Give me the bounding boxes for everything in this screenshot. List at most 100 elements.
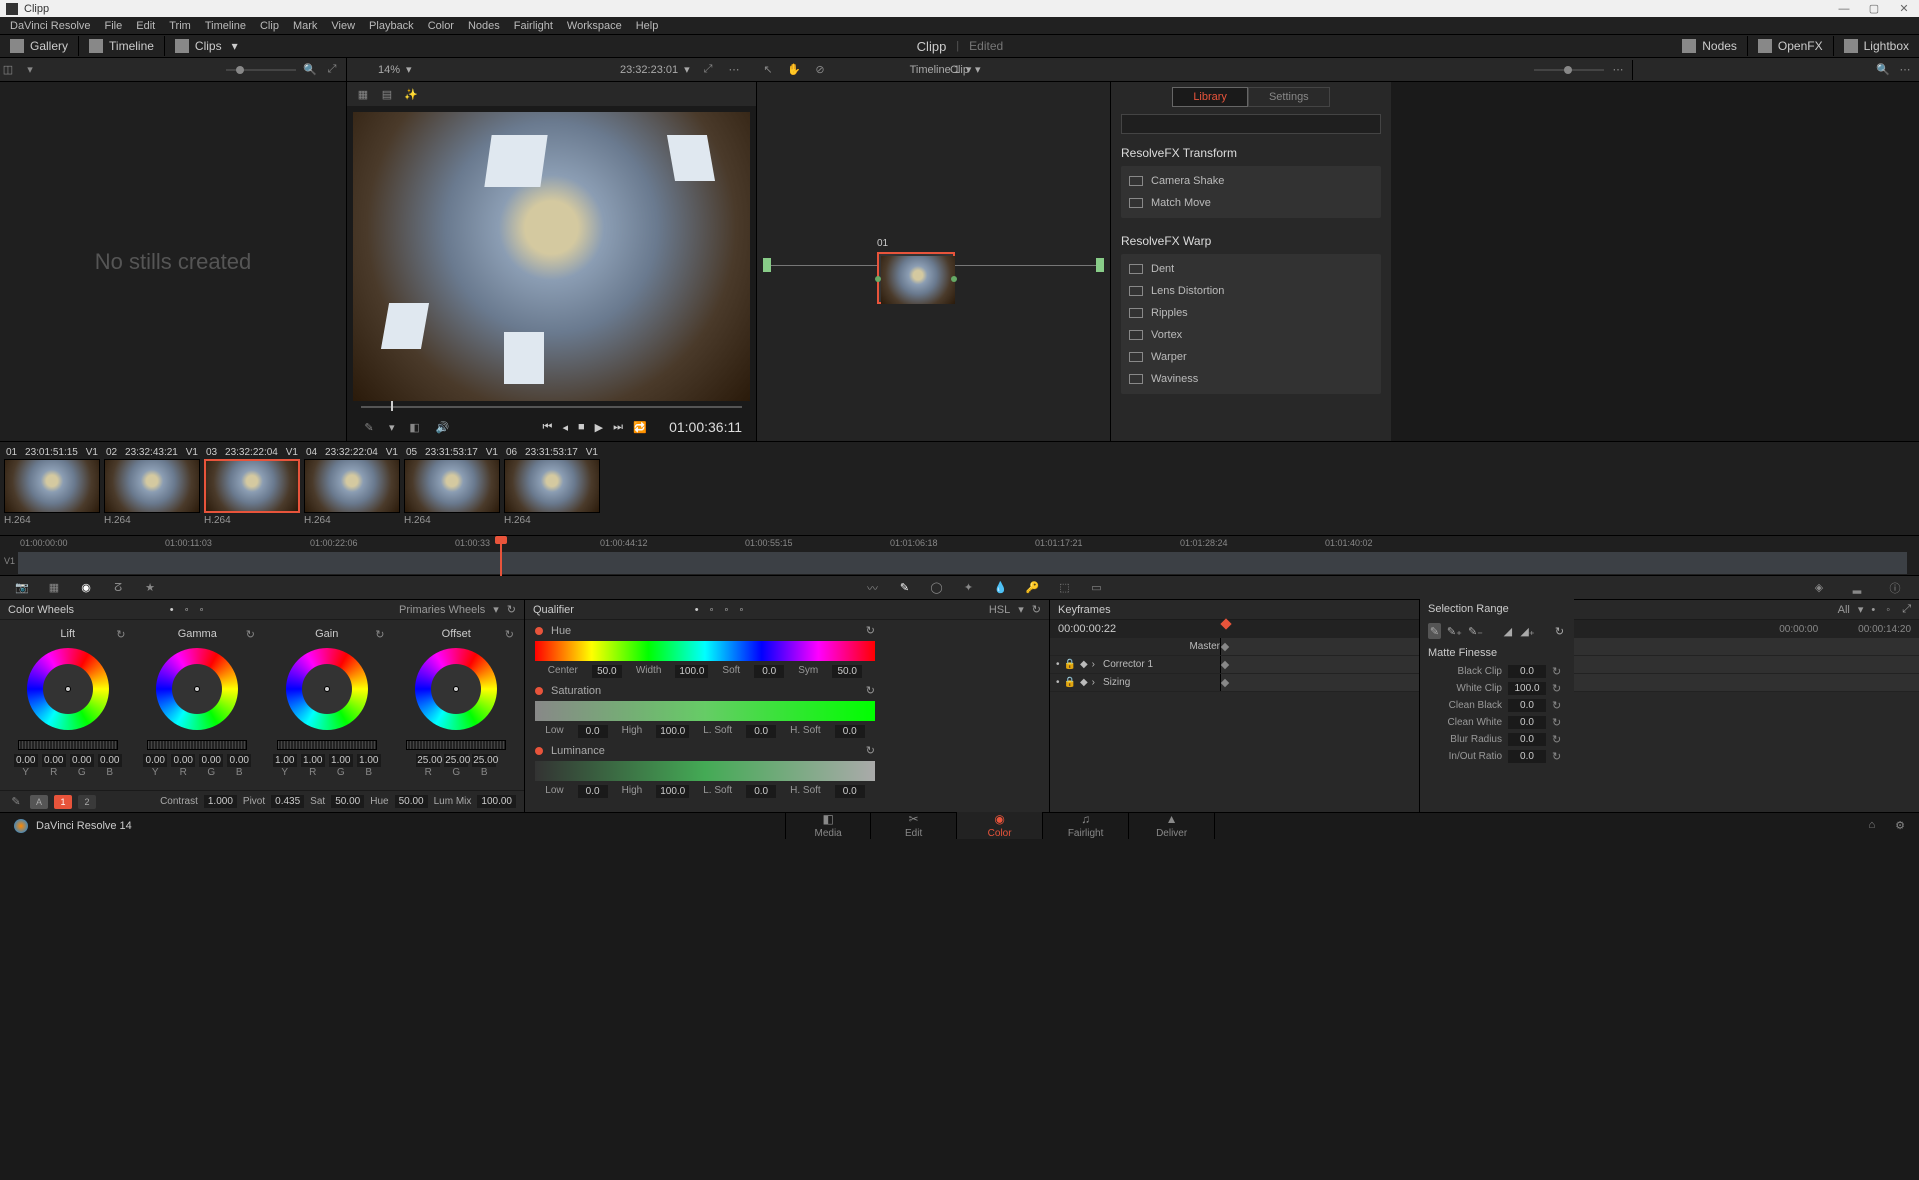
qualifier-mode[interactable]: HSL xyxy=(989,604,1010,616)
matte-value[interactable]: 0.0 xyxy=(1508,665,1546,678)
menu-davinciresolve[interactable]: DaVinci Resolve xyxy=(4,19,97,33)
page-2-button[interactable]: 2 xyxy=(78,795,96,809)
clip-thumb[interactable]: 0223:32:43:21V1H.264 xyxy=(104,446,200,531)
fx-item[interactable]: Vortex xyxy=(1121,324,1381,346)
auto-color-icon[interactable]: ✎ xyxy=(8,794,24,810)
picker-tool-icon[interactable]: ✎ xyxy=(1428,623,1441,639)
page-tab-edit[interactable]: ✂Edit xyxy=(871,812,957,839)
tracker-icon[interactable]: ✦ xyxy=(955,579,983,597)
matte-reset-icon[interactable]: ↻ xyxy=(1552,750,1566,763)
picker-add-icon[interactable]: ✎₊ xyxy=(1447,623,1462,639)
lum-reset-icon[interactable]: ↻ xyxy=(866,744,875,757)
kf-playhead[interactable] xyxy=(1220,618,1231,629)
menu-help[interactable]: Help xyxy=(630,19,665,33)
blur-icon[interactable]: 💧 xyxy=(987,579,1015,597)
curves-tool-icon[interactable]: ⵒ xyxy=(104,579,132,597)
viewer-zoom[interactable]: 14% xyxy=(378,64,400,76)
fx-item[interactable]: Warper xyxy=(1121,346,1381,368)
fx-item[interactable]: Lens Distortion xyxy=(1121,280,1381,302)
master-wheel[interactable] xyxy=(406,740,506,750)
info-icon[interactable]: ⓘ xyxy=(1881,579,1909,597)
master-wheel[interactable] xyxy=(277,740,377,750)
sat-gradient[interactable] xyxy=(535,701,875,721)
first-frame-button[interactable]: ⏮ xyxy=(543,421,553,434)
wheels-tool-icon[interactable]: ◉ xyxy=(72,579,100,597)
page-tab-fairlight[interactable]: ♫Fairlight xyxy=(1043,812,1129,839)
layout-icon[interactable]: ◫ xyxy=(0,62,16,78)
keyframes-all[interactable]: All xyxy=(1838,604,1850,616)
fx-search-icon[interactable]: 🔍 xyxy=(1875,62,1891,78)
menu-nodes[interactable]: Nodes xyxy=(462,19,506,33)
home-icon[interactable]: ⌂ xyxy=(1868,819,1875,832)
viewer-mode-2-icon[interactable]: ▤ xyxy=(379,86,395,102)
camera-tool-icon[interactable]: 📷 xyxy=(8,579,36,597)
menu-timeline[interactable]: Timeline xyxy=(199,19,252,33)
kf-expand-icon[interactable]: ⤢ xyxy=(1902,603,1911,616)
node-output[interactable] xyxy=(1096,258,1104,272)
3d-icon[interactable]: ▭ xyxy=(1083,579,1111,597)
close-button[interactable]: ✕ xyxy=(1889,0,1919,17)
menu-icon[interactable]: ⋯ xyxy=(726,62,742,78)
window-icon[interactable]: ◯ xyxy=(923,579,951,597)
viewer-scrubber[interactable] xyxy=(361,401,742,413)
prev-frame-button[interactable]: ◂ xyxy=(562,421,568,434)
stop-button[interactable]: ■ xyxy=(578,421,585,434)
clip-dropdown[interactable]: Clip xyxy=(950,64,969,76)
matte-value[interactable]: 0.0 xyxy=(1508,716,1546,729)
fx-item[interactable]: Ripples xyxy=(1121,302,1381,324)
clip-thumb[interactable]: 0523:31:53:17V1H.264 xyxy=(404,446,500,531)
qualifier-reset-icon[interactable]: ↻ xyxy=(1032,603,1041,616)
menu-playback[interactable]: Playback xyxy=(363,19,420,33)
expand-icon[interactable]: ⤢ xyxy=(324,62,340,78)
nodes-button[interactable]: Nodes xyxy=(1672,35,1747,57)
gallery-zoom-slider[interactable] xyxy=(226,69,296,71)
master-wheel[interactable] xyxy=(147,740,247,750)
qualifier-icon[interactable]: ✎ xyxy=(891,579,919,597)
mini-timeline[interactable]: 01:00:00:0001:00:11:0301:00:22:0601:00:3… xyxy=(0,535,1919,575)
matte-reset-icon[interactable]: ↻ xyxy=(1552,699,1566,712)
hand-icon[interactable]: ✋ xyxy=(786,62,802,78)
fx-search-input[interactable] xyxy=(1121,114,1381,134)
node-box[interactable] xyxy=(877,252,955,304)
invert-icon[interactable]: ↻ xyxy=(1553,623,1566,639)
loop-button[interactable]: 🔁 xyxy=(633,421,647,434)
viewer-image[interactable] xyxy=(353,112,750,401)
menu-color[interactable]: Color xyxy=(422,19,460,33)
menu-file[interactable]: File xyxy=(99,19,129,33)
wheel-reset-icon[interactable]: ↻ xyxy=(505,628,514,641)
wheels-reset-icon[interactable]: ↻ xyxy=(507,603,516,616)
menu-edit[interactable]: Edit xyxy=(130,19,161,33)
tab-settings[interactable]: Settings xyxy=(1248,87,1330,107)
wheel-reset-icon[interactable]: ↻ xyxy=(246,628,255,641)
picker-icon[interactable]: ✎ xyxy=(361,419,377,435)
nodes-menu-icon[interactable]: ⋯ xyxy=(1610,62,1626,78)
matte-value[interactable]: 0.0 xyxy=(1508,733,1546,746)
clip-thumb[interactable]: 0123:01:51:15V1H.264 xyxy=(4,446,100,531)
sizing-icon[interactable]: ⬚ xyxy=(1051,579,1079,597)
fx-item[interactable]: Match Move xyxy=(1121,192,1381,214)
clip-thumb[interactable]: 0623:31:53:17V1H.264 xyxy=(504,446,600,531)
openfx-button[interactable]: OpenFX xyxy=(1748,35,1833,57)
nodes-panel[interactable]: 01 xyxy=(757,82,1111,441)
color-wheel-lift[interactable] xyxy=(27,648,109,730)
play-button[interactable]: ▶ xyxy=(595,421,603,434)
fx-item[interactable]: Waviness xyxy=(1121,368,1381,390)
eraser-icon[interactable]: ◢ xyxy=(1501,623,1514,639)
page-tab-color[interactable]: ◉Color xyxy=(957,812,1043,839)
clip-thumb[interactable]: 0323:32:22:04V1H.264 xyxy=(204,446,300,531)
scopes-icon[interactable]: ◈ xyxy=(1805,579,1833,597)
matte-value[interactable]: 0.0 xyxy=(1508,699,1546,712)
wheels-mode[interactable]: Primaries Wheels xyxy=(399,604,485,616)
histogram-icon[interactable]: ▂ xyxy=(1843,579,1871,597)
hue-gradient[interactable] xyxy=(535,641,875,661)
search-icon[interactable]: 🔍 xyxy=(302,62,318,78)
magic-icon[interactable]: ✨ xyxy=(403,86,419,102)
node-input[interactable] xyxy=(763,258,771,272)
fx-menu-icon[interactable]: ⋯ xyxy=(1897,62,1913,78)
clips-button[interactable]: Clips▾ xyxy=(165,35,248,57)
timeline-button[interactable]: Timeline xyxy=(79,35,164,57)
last-frame-button[interactable]: ⏭ xyxy=(613,421,623,434)
page-tab-deliver[interactable]: ▲Deliver xyxy=(1129,812,1215,839)
star-tool-icon[interactable]: ★ xyxy=(136,579,164,597)
audio-icon[interactable]: 🔊 xyxy=(435,419,451,435)
